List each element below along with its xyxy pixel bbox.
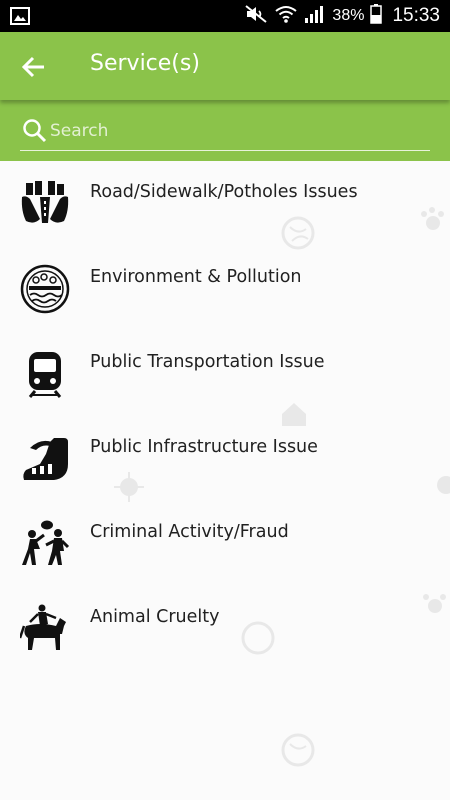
search-icon — [22, 118, 48, 144]
list-item-label: Road/Sidewalk/Potholes Issues — [90, 182, 358, 202]
clock: 15:33 — [392, 5, 440, 26]
list-item-road[interactable]: Road/Sidewalk/Potholes Issues — [0, 161, 450, 246]
arrow-left-icon — [16, 56, 52, 89]
list-item-label: Animal Cruelty — [90, 607, 220, 627]
battery-percent: 38% — [332, 7, 365, 24]
wifi-icon — [274, 4, 298, 28]
list-item-label: Criminal Activity/Fraud — [90, 522, 289, 542]
signal-icon — [304, 4, 326, 28]
list-item-infrastructure[interactable]: Public Infrastructure Issue — [0, 416, 450, 501]
app-bar: Service(s) — [0, 32, 450, 100]
search-underline — [20, 150, 430, 151]
list-item-label: Public Infrastructure Issue — [90, 437, 318, 457]
list-item-transportation[interactable]: Public Transportation Issue — [0, 331, 450, 416]
infrastructure-icon — [20, 434, 70, 484]
globe-watermark-icon — [280, 732, 316, 772]
search-bar — [0, 100, 450, 161]
list-item-environment[interactable]: Environment & Pollution — [0, 246, 450, 331]
animal-icon — [18, 604, 70, 654]
service-list: Road/Sidewalk/Potholes Issues Environmen… — [0, 161, 450, 671]
back-button[interactable] — [16, 49, 52, 85]
environment-icon — [20, 264, 70, 314]
list-item-crime[interactable]: Criminal Activity/Fraud — [0, 501, 450, 586]
gallery-icon — [10, 7, 30, 29]
list-item-label: Public Transportation Issue — [90, 352, 325, 372]
search-input[interactable] — [50, 116, 420, 146]
mute-icon — [244, 4, 268, 28]
list-item-label: Environment & Pollution — [90, 267, 302, 287]
status-bar: 38% 15:33 — [0, 0, 450, 32]
road-icon — [20, 179, 70, 229]
page-title: Service(s) — [90, 51, 200, 76]
crime-icon — [20, 519, 70, 569]
list-item-animal[interactable]: Animal Cruelty — [0, 586, 450, 671]
battery-icon — [370, 4, 383, 28]
train-icon — [20, 349, 70, 399]
